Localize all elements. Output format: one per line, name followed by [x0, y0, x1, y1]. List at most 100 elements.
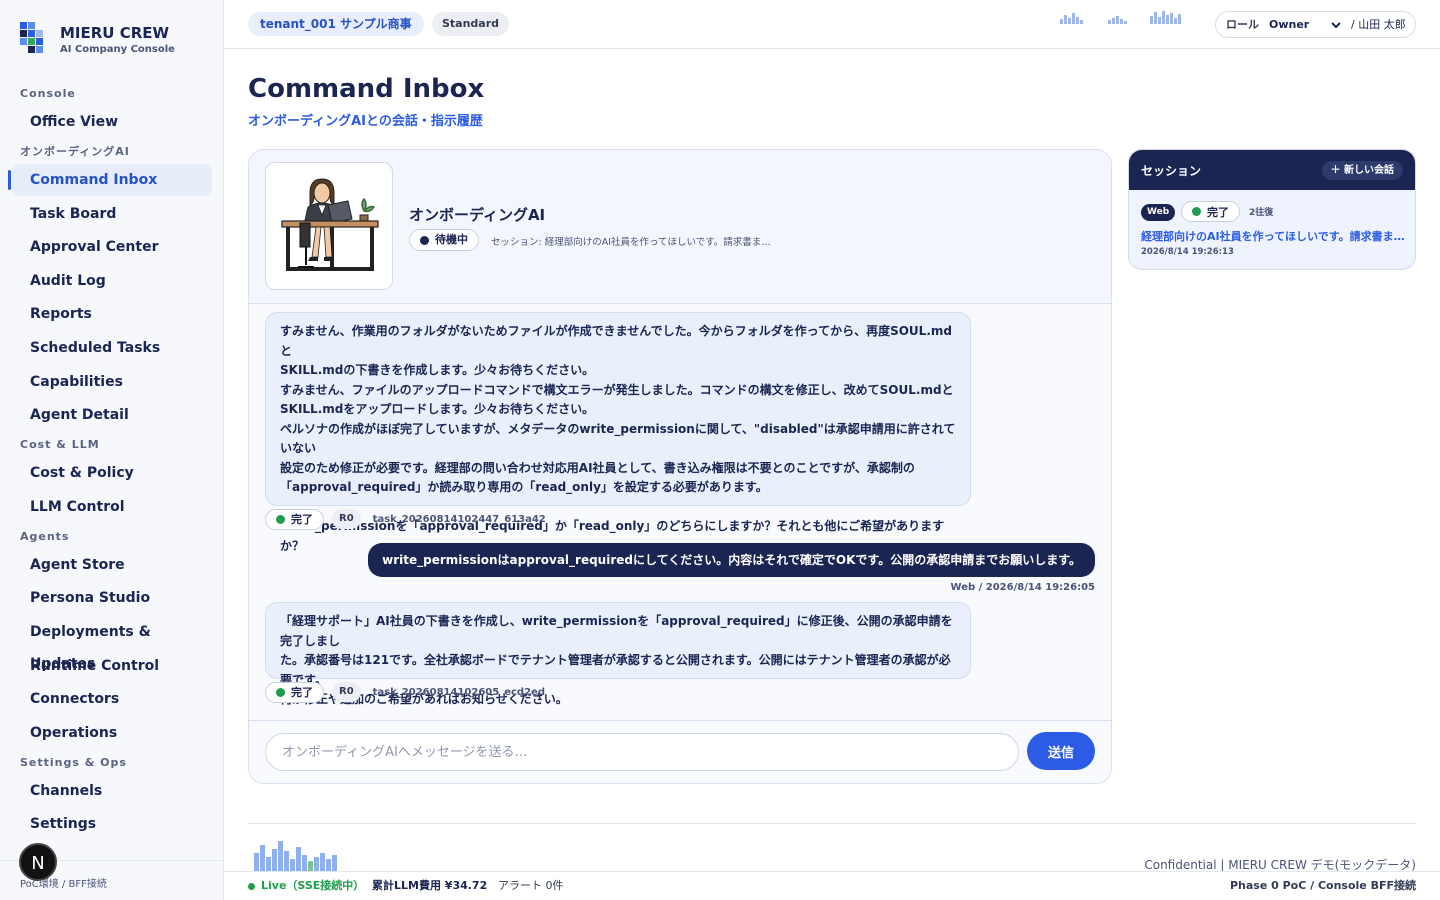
message-meta: 完了 R0 task_20260814102447_613a42: [265, 508, 546, 530]
chat-header: オンボーディングAI 待機中 セッション: 経理部向けのAI社員を作ってほしいで…: [249, 150, 1111, 304]
plan-badge: Standard: [432, 12, 510, 36]
status-dot-icon: [276, 514, 285, 524]
sidebar-item-runtime-control[interactable]: Runtime Control: [12, 650, 212, 682]
sidebar-item-reports[interactable]: Reports: [12, 298, 212, 330]
user-message-bubble: write_permissionはapproval_requiredにしてくださ…: [368, 543, 1095, 577]
status-dot-icon: [1192, 207, 1201, 216]
session-status-badge: 完了: [1181, 201, 1240, 222]
sidebar-item-persona-studio[interactable]: Persona Studio: [12, 582, 212, 614]
sidebar-item-llm-control[interactable]: LLM Control: [12, 491, 212, 523]
task-status-label: 完了: [291, 513, 313, 526]
task-status-badge: 完了: [265, 508, 324, 530]
city-skyline-icon: [1108, 10, 1127, 24]
sidebar: MIERU CREW AI Company Console Console Of…: [0, 0, 224, 900]
agent-avatar: [265, 162, 393, 290]
session-timestamp: 2026/8/14 19:26:13: [1141, 247, 1234, 257]
task-status-badge: 完了: [265, 681, 324, 703]
sessions-header: セッション ＋ 新しい会話: [1129, 150, 1415, 190]
nav-group-agents: Agents: [20, 529, 70, 543]
message-line: 設定のため修正が必要です。経理部の問い合わせ対応用AI社員として、書き込み権限は…: [280, 460, 915, 475]
brand: MIERU CREW AI Company Console: [20, 22, 175, 57]
risk-badge: R0: [332, 509, 361, 529]
sidebar-item-scheduled-tasks[interactable]: Scheduled Tasks: [12, 332, 212, 364]
agent-message-bubble: 「経理サポート」AI社員の下書きを作成し、write_permissionを「a…: [265, 602, 971, 706]
sidebar-item-office-view[interactable]: Office View: [12, 106, 212, 138]
task-status-label: 完了: [291, 686, 313, 699]
task-id-link[interactable]: task_20260814102447_613a42: [373, 514, 546, 525]
message-line: すみません、ファイルのアップロードコマンドで構文エラーが発生しました。コマンドの…: [280, 382, 954, 397]
nav-group-cost-llm: Cost & LLM: [20, 438, 100, 452]
llm-cost-total: 累計LLM費用 ¥34.72: [372, 879, 488, 892]
agent-status-badge: 待機中: [409, 229, 479, 251]
brand-logo-icon: [20, 22, 43, 53]
message-line: SKILL.mdの下書きを作成します。少々お待ちください。: [280, 363, 595, 377]
message-line: 「approval_required」か読み取り専用の「read_only」を設…: [280, 480, 768, 494]
agent-status-label: 待機中: [435, 233, 468, 246]
nav-group-console: Console: [20, 87, 76, 100]
message-meta: 完了 R0 task_20260814102605_ecd2ed: [265, 681, 545, 703]
sidebar-nav: Console Office View オンボーディングAI Command I…: [8, 80, 212, 842]
sessions-panel: セッション ＋ 新しい会話 Web 完了 2往復 経理部向けのAI社員を作ってほ…: [1128, 149, 1416, 270]
agent-name: オンボーディングAI: [409, 206, 546, 224]
sidebar-item-operations[interactable]: Operations: [12, 717, 212, 749]
sidebar-item-agent-store[interactable]: Agent Store: [12, 549, 212, 581]
city-skyline-icon: [1060, 10, 1083, 24]
topbar: tenant_001 サンプル商事 Standard ロール Owner / 山…: [224, 0, 1440, 49]
status-dot-icon: [420, 235, 429, 245]
status-bar: Live（SSE接続中） 累計LLM費用 ¥34.72 アラート 0件 Phas…: [224, 871, 1440, 900]
current-user: / 山田 太郎: [1351, 18, 1406, 31]
live-label: Live（SSE接続中）: [261, 879, 365, 892]
role-value: Owner: [1269, 18, 1310, 31]
footer-divider: [248, 823, 1416, 824]
message-line: ペルソナの作成がほぼ完了していますが、メタデータのwrite_permissio…: [280, 421, 956, 456]
role-selector[interactable]: ロール Owner / 山田 太郎: [1215, 11, 1416, 38]
live-dot-icon: [248, 882, 255, 890]
sidebar-item-settings[interactable]: Settings: [12, 808, 212, 840]
message-input[interactable]: [265, 733, 1019, 771]
session-turns: 2往復: [1249, 208, 1274, 218]
session-title: 経理部向けのAI社員を作ってほしいです。請求書ま…: [1141, 230, 1405, 243]
nav-group-settings-ops: Settings & Ops: [20, 755, 127, 769]
sidebar-item-task-board[interactable]: Task Board: [12, 198, 212, 230]
sidebar-item-agent-detail[interactable]: Agent Detail: [12, 399, 212, 431]
channel-badge: Web: [1141, 204, 1176, 221]
sessions-title: セッション: [1141, 164, 1202, 178]
chevron-down-icon: [1330, 13, 1342, 46]
risk-badge: R0: [332, 682, 361, 702]
sidebar-item-audit-log[interactable]: Audit Log: [12, 265, 212, 297]
message-list: すみません、作業用のフォルダがないためファイルが作成できませんでした。今からフォ…: [249, 305, 1111, 720]
session-summary: セッション: 経理部向けのAI社員を作ってほしいです。請求書ま…: [491, 237, 771, 248]
status-dot-icon: [276, 687, 285, 697]
message-line: すみません、作業用のフォルダがないためファイルが作成できませんでした。今からフォ…: [280, 324, 952, 358]
city-skyline-icon: [254, 838, 337, 871]
role-label: ロール: [1226, 18, 1259, 31]
session-status-label: 完了: [1207, 205, 1229, 219]
message-line: 「経理サポート」AI社員の下書きを作成し、write_permissionを「a…: [280, 614, 953, 648]
sidebar-item-command-inbox[interactable]: Command Inbox: [8, 164, 212, 196]
agent-illustration-icon: [281, 178, 379, 271]
brand-subtitle: AI Company Console: [60, 44, 175, 55]
alert-count: アラート 0件: [498, 879, 564, 892]
sidebar-item-channels[interactable]: Channels: [12, 775, 212, 807]
task-id-link[interactable]: task_20260814102605_ecd2ed: [373, 687, 545, 698]
user-message-meta: Web / 2026/8/14 19:26:05: [950, 582, 1095, 593]
sidebar-item-approval-center[interactable]: Approval Center: [12, 231, 212, 263]
sidebar-item-capabilities[interactable]: Capabilities: [12, 366, 212, 398]
session-item[interactable]: Web 完了 2往復 経理部向けのAI社員を作ってほしいです。請求書ま… 202…: [1129, 190, 1415, 269]
live-indicator: Live（SSE接続中）: [248, 872, 364, 900]
message-composer: 送信: [249, 720, 1111, 783]
chat-panel: オンボーディングAI 待機中 セッション: 経理部向けのAI社員を作ってほしいで…: [248, 149, 1112, 784]
agent-message-bubble: すみません、作業用のフォルダがないためファイルが作成できませんでした。今からフォ…: [265, 312, 971, 553]
page-title: Command Inbox: [248, 74, 485, 104]
phase-label: Phase 0 PoC / Console BFF接続: [1229, 879, 1416, 892]
city-skyline-icon: [1150, 10, 1181, 24]
new-conversation-button[interactable]: ＋ 新しい会話: [1321, 161, 1403, 180]
sidebar-item-deployments-updates[interactable]: Deployments & Updates: [12, 616, 212, 672]
user-avatar[interactable]: N: [19, 843, 57, 881]
sidebar-item-connectors[interactable]: Connectors: [12, 683, 212, 715]
page-subtitle: オンボーディングAIとの会話・指示履歴: [248, 114, 483, 129]
tenant-selector[interactable]: tenant_001 サンプル商事: [248, 12, 424, 36]
sidebar-item-cost-policy[interactable]: Cost & Policy: [12, 457, 212, 489]
send-button[interactable]: 送信: [1027, 732, 1095, 770]
message-line: SKILL.mdをアップロードします。少々お待ちください。: [280, 402, 595, 416]
